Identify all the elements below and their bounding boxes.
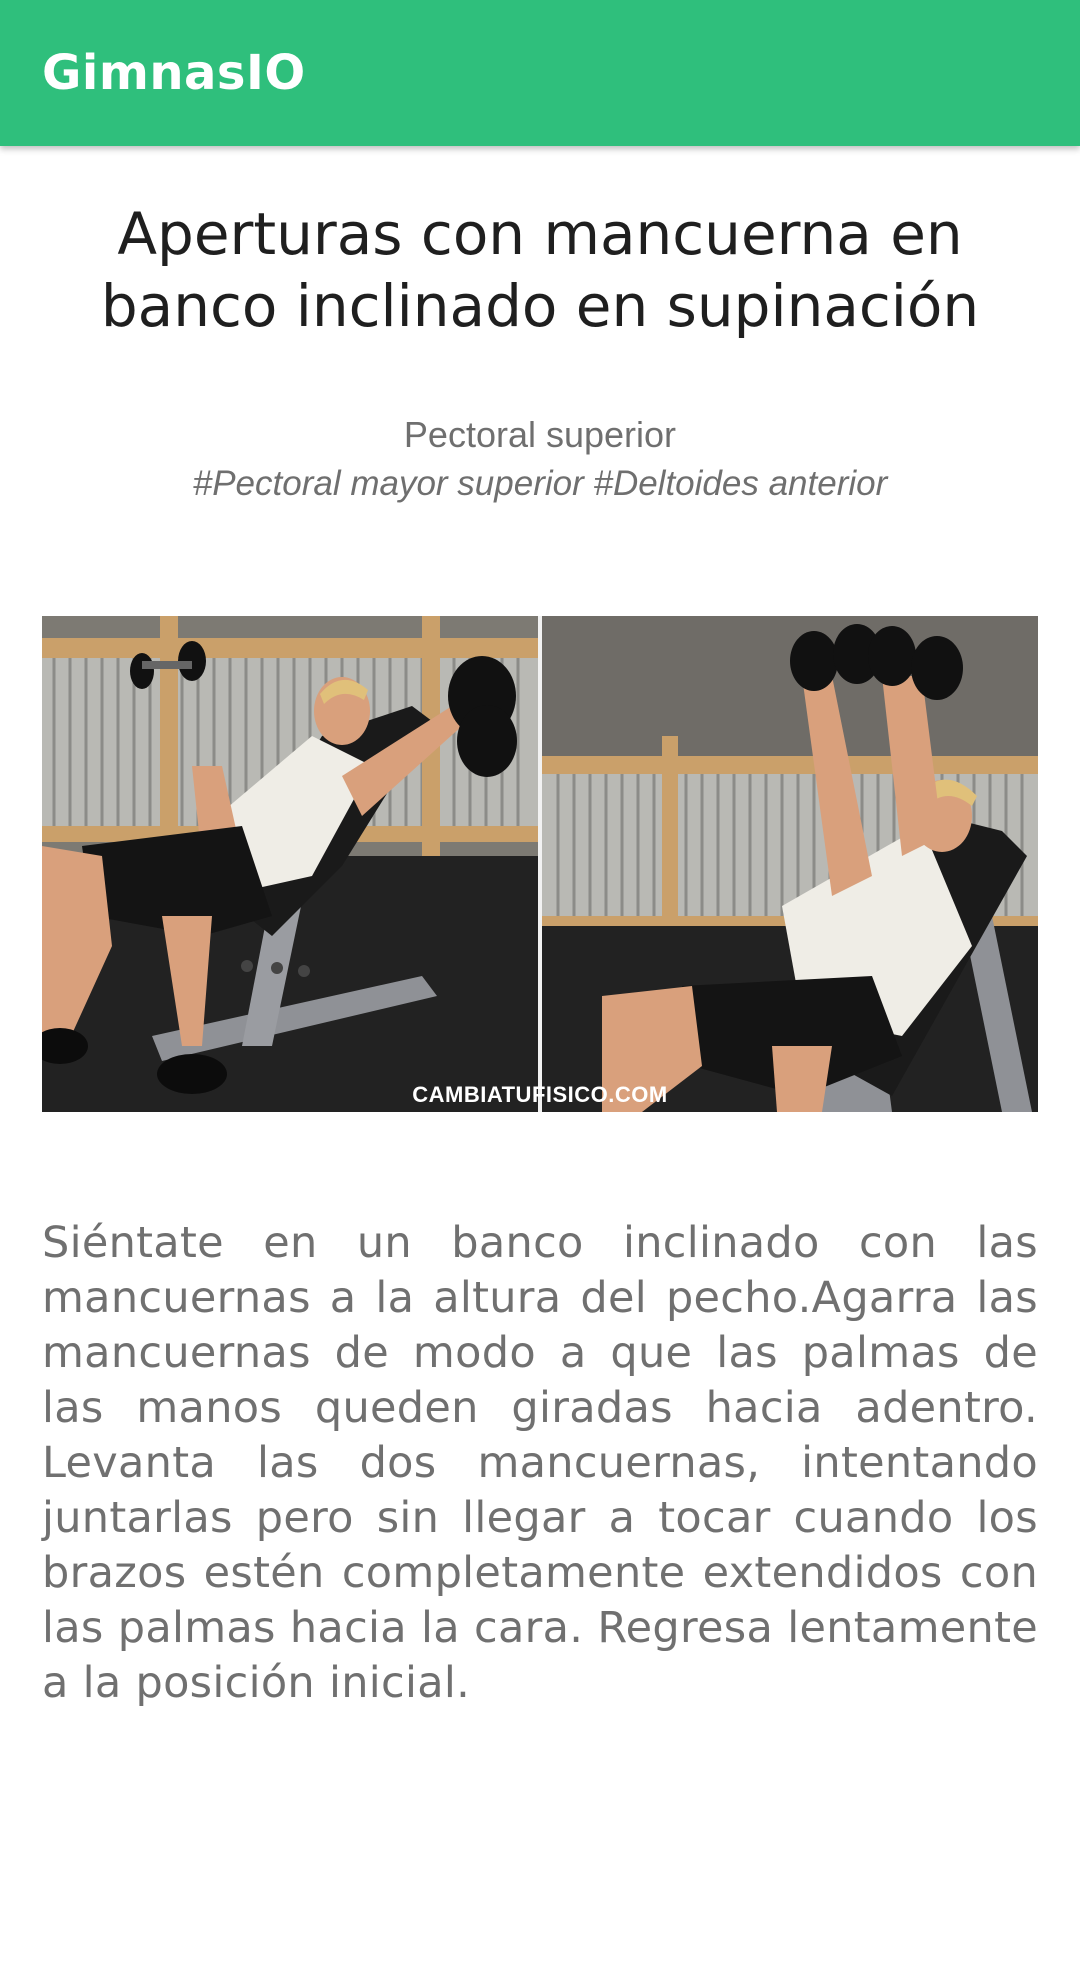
exercise-description: Siéntate en un banco inclinado con las m… — [42, 1218, 1038, 1708]
app-bar: GimnasIO — [0, 0, 1080, 146]
exercise-image-end-position — [542, 616, 1038, 1112]
muscle-group: Pectoral superior — [403, 414, 677, 455]
image-watermark: CAMBIATUFISICO.COM — [412, 1082, 667, 1107]
exercise-image: CAMBIATUFISICO.COM — [42, 616, 1038, 1112]
exercise-image-start-position — [42, 616, 538, 1112]
muscle-tags: #Pectoral mayor superior #Deltoides ante… — [192, 464, 888, 503]
exercise-title: Aperturas con mancuerna en banco inclina… — [100, 200, 980, 340]
app-title: GimnasIO — [42, 45, 306, 101]
